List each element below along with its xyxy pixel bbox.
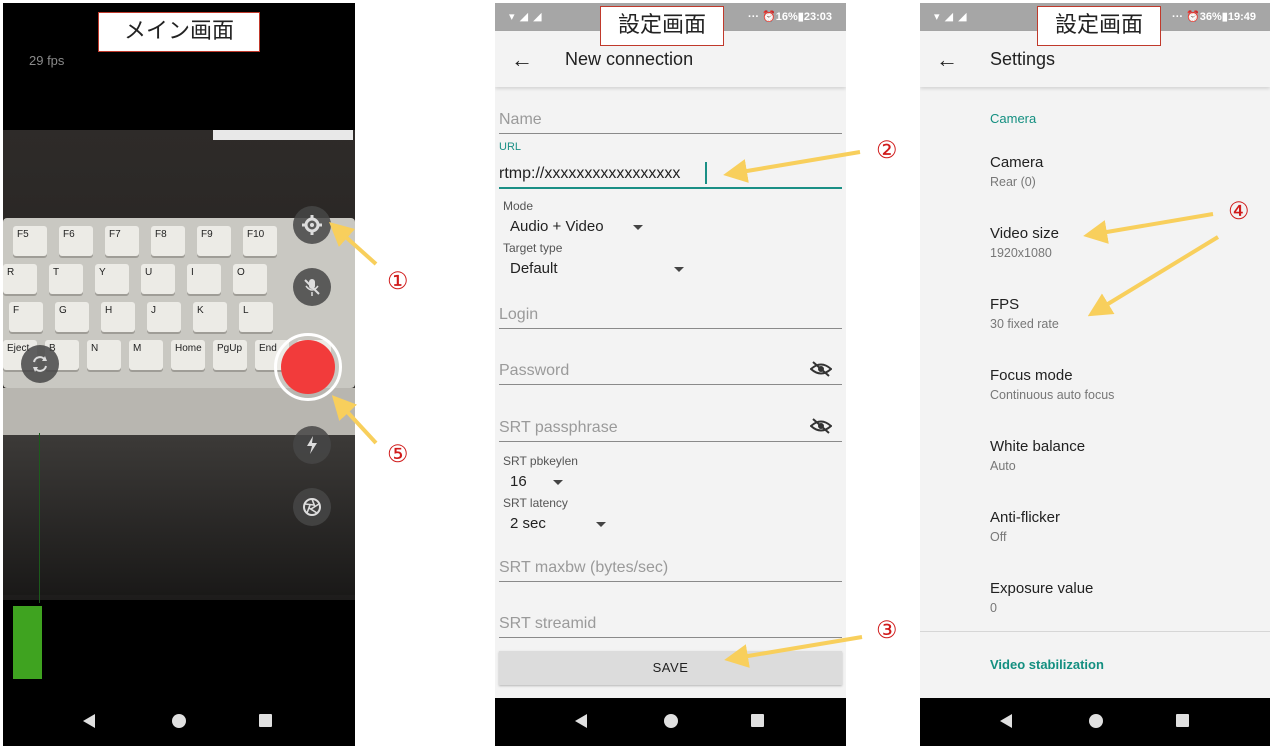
annotation-arrows bbox=[329, 150, 1220, 668]
annotation-1: ① bbox=[387, 268, 409, 295]
annotation-2: ② bbox=[876, 137, 898, 164]
annotation-4: ④ bbox=[1228, 198, 1250, 225]
arrow-5 bbox=[331, 395, 378, 445]
annotation-5: ⑤ bbox=[387, 441, 409, 468]
arrow-1 bbox=[329, 221, 378, 266]
arrow-3 bbox=[724, 635, 863, 668]
arrow-4b bbox=[1087, 235, 1220, 317]
annotation-3: ③ bbox=[876, 617, 898, 644]
arrow-4a bbox=[1083, 212, 1214, 244]
arrow-2 bbox=[723, 150, 861, 183]
